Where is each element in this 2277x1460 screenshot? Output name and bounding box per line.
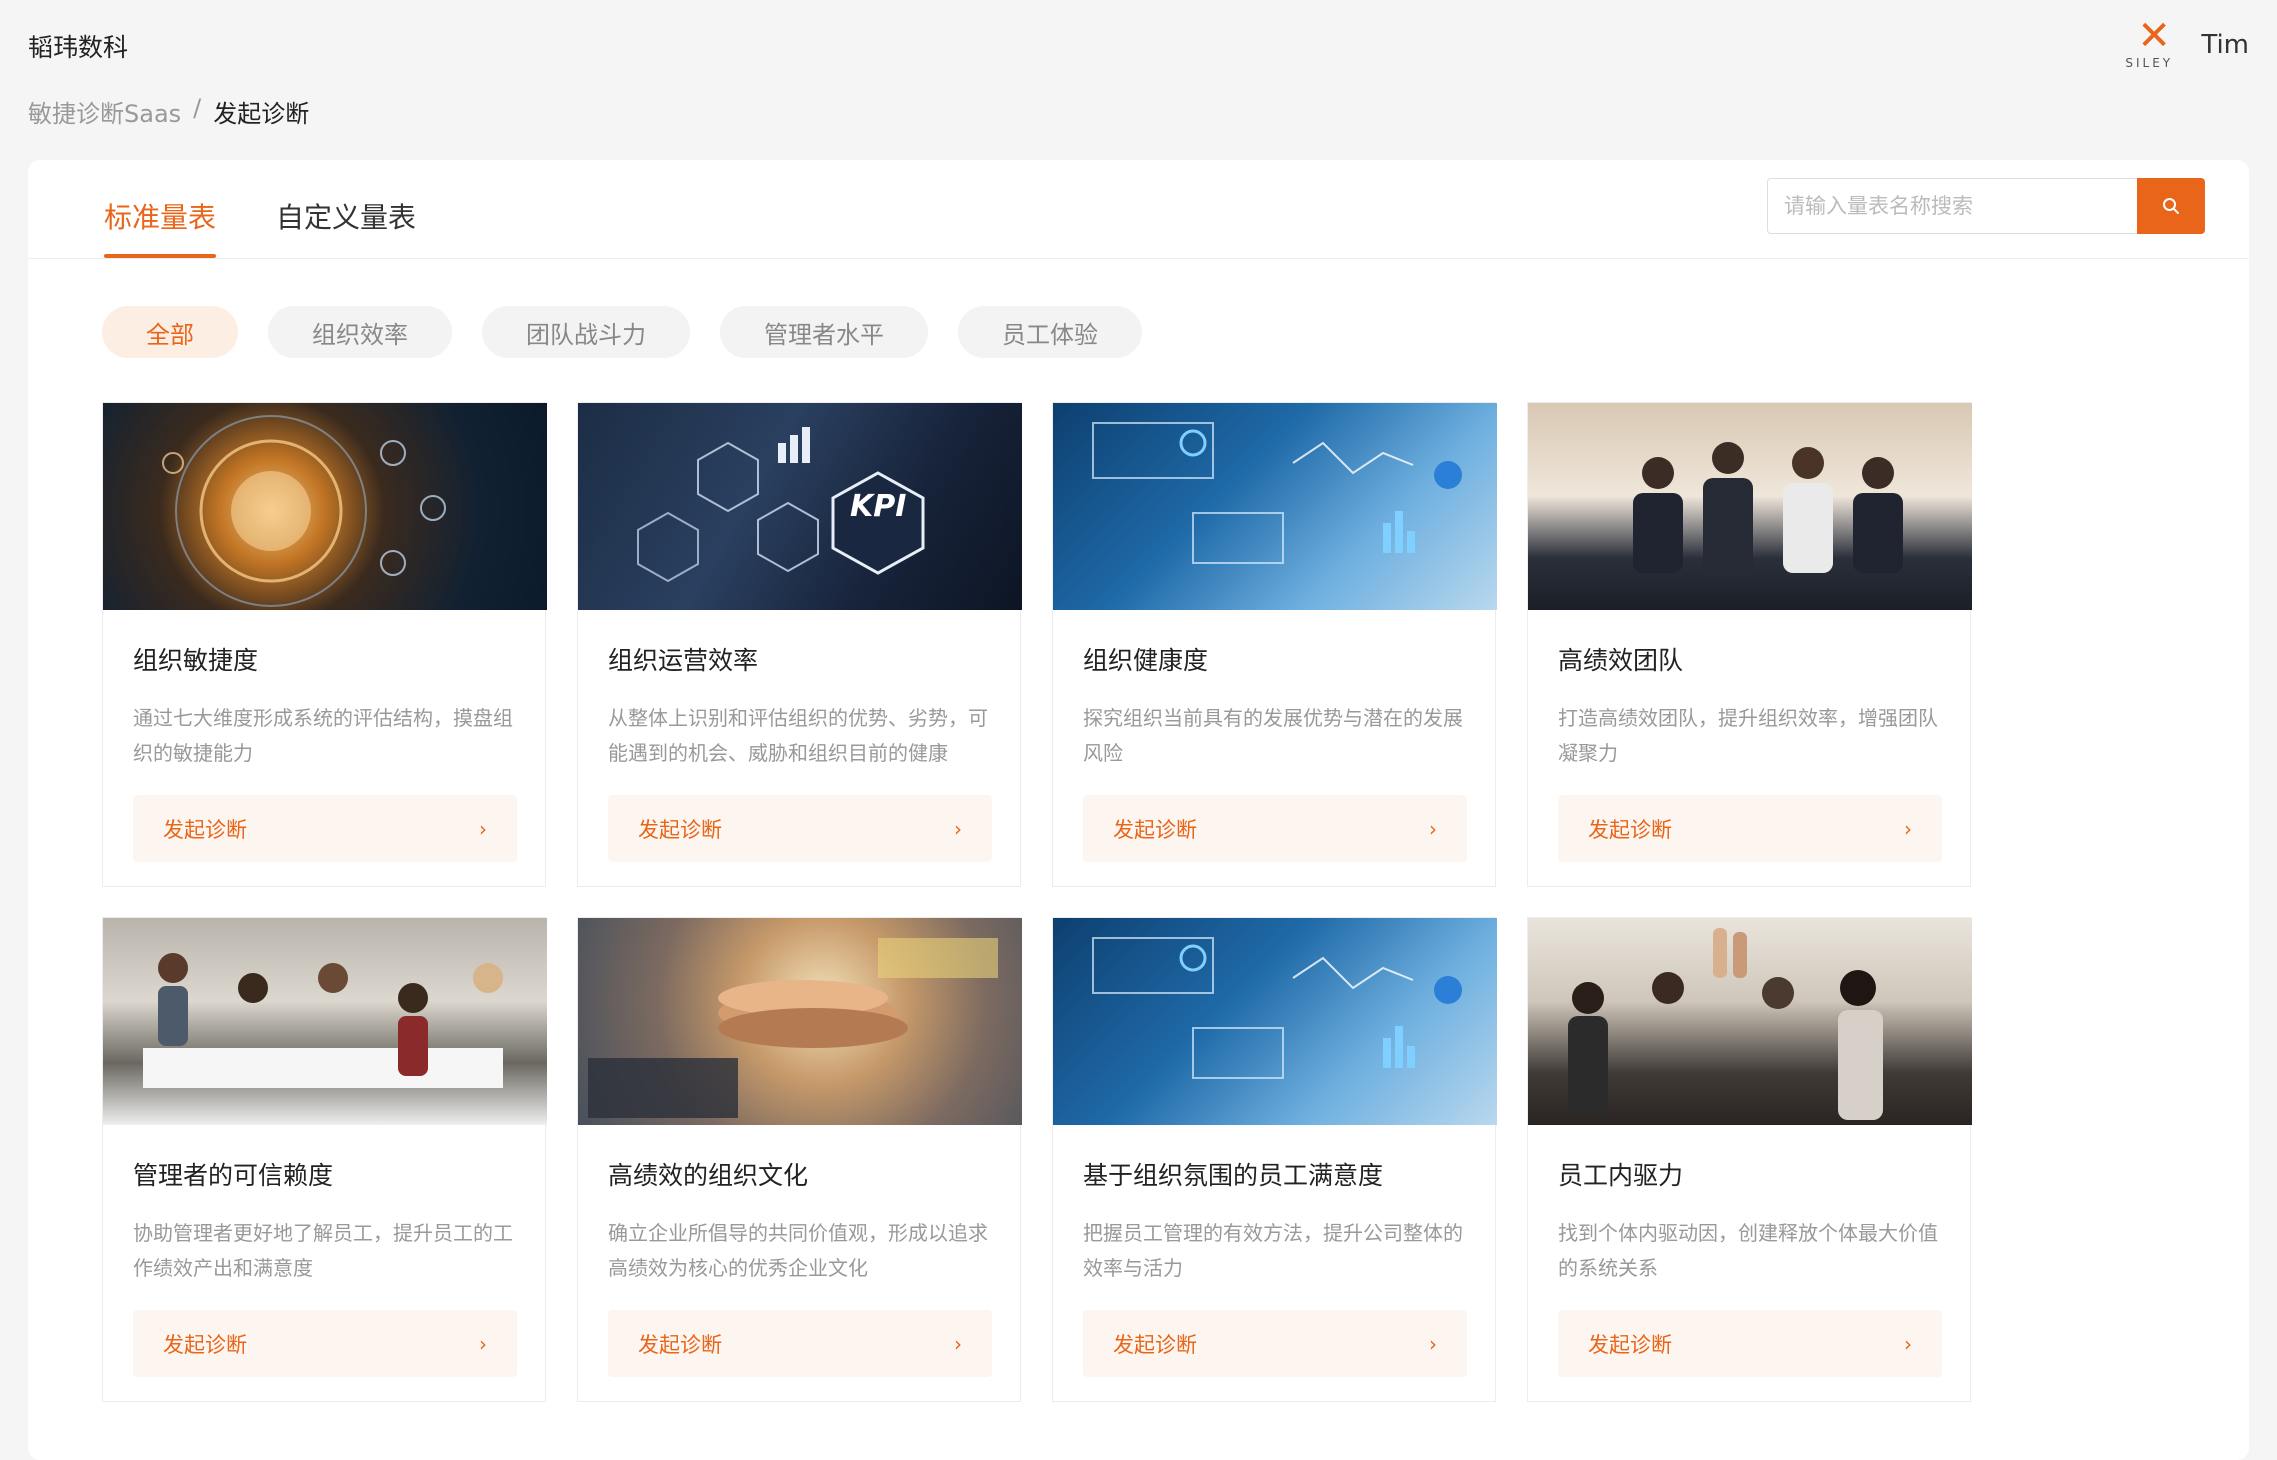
chevron-right-icon: › bbox=[954, 1331, 962, 1356]
brand-name: 韬玮数科 bbox=[28, 33, 129, 62]
tab-standard-scale[interactable]: 标准量表 bbox=[104, 196, 217, 258]
start-diagnosis-label: 发起诊断 bbox=[163, 1332, 247, 1357]
card-description: 协助管理者更好地了解员工，提升员工的工作绩效产出和满意度 bbox=[133, 1221, 513, 1280]
start-diagnosis-label: 发起诊断 bbox=[638, 1332, 722, 1357]
card-description: 把握员工管理的有效方法，提升公司整体的效率与活力 bbox=[1083, 1221, 1463, 1280]
card-title: 组织敏捷度 bbox=[133, 646, 259, 675]
filter-org-efficiency[interactable]: 组织效率 bbox=[268, 306, 452, 358]
card-title: 高绩效团队 bbox=[1558, 646, 1684, 675]
chevron-right-icon: › bbox=[479, 816, 487, 841]
start-diagnosis-button[interactable]: 发起诊断 › bbox=[1083, 1310, 1467, 1377]
scale-card: 高绩效团队 打造高绩效团队，提升组织效率，增强团队凝聚力 发起诊断 › bbox=[1527, 402, 1972, 887]
scale-card: 基于组织氛围的员工满意度 把握员工管理的有效方法，提升公司整体的效率与活力 发起… bbox=[1052, 917, 1497, 1402]
filter-team-strength[interactable]: 团队战斗力 bbox=[482, 306, 690, 358]
scale-tabs: 标准量表 自定义量表 bbox=[104, 196, 416, 258]
scale-card: 组织敏捷度 通过七大维度形成系统的评估结构，摸盘组织的敏捷能力 发起诊断 › bbox=[102, 402, 547, 887]
tabs-divider bbox=[28, 258, 2249, 259]
scale-card-grid: 组织敏捷度 通过七大维度形成系统的评估结构，摸盘组织的敏捷能力 发起诊断 › K… bbox=[102, 402, 1972, 1402]
scale-card: KPI 组织运营效率 从整体上识别和评估组织的优势、劣势，可能遇到的机会、威胁和… bbox=[577, 402, 1022, 887]
finance-dashboard-image bbox=[1053, 918, 1497, 1125]
scale-card: 组织健康度 探究组织当前具有的发展优势与潜在的发展风险 发起诊断 › bbox=[1052, 402, 1497, 887]
start-diagnosis-label: 发起诊断 bbox=[1588, 1332, 1672, 1357]
search-input[interactable] bbox=[1767, 178, 2137, 234]
card-description: 探究组织当前具有的发展优势与潜在的发展风险 bbox=[1083, 706, 1463, 765]
card-title: 员工内驱力 bbox=[1558, 1161, 1684, 1190]
user-area[interactable]: ✕ SILEY Tim bbox=[2123, 14, 2249, 76]
search-button[interactable] bbox=[2137, 178, 2205, 234]
main-panel: 标准量表 自定义量表 全部 组织效率 团队战斗力 管理者水平 员工体验 bbox=[28, 160, 2249, 1460]
start-diagnosis-label: 发起诊断 bbox=[163, 817, 247, 842]
logo-wordmark: SILEY bbox=[2125, 56, 2174, 70]
company-logo: ✕ SILEY bbox=[2123, 14, 2183, 76]
breadcrumb-parent-link[interactable]: 敏捷诊断Saas bbox=[28, 94, 181, 129]
scale-card: 高绩效的组织文化 确立企业所倡导的共同价值观，形成以追求高绩效为核心的优秀企业文… bbox=[577, 917, 1022, 1402]
start-diagnosis-button[interactable]: 发起诊断 › bbox=[608, 1310, 992, 1377]
celebrating-team-image bbox=[103, 918, 547, 1125]
office-team-image bbox=[1528, 403, 1972, 610]
chevron-right-icon: › bbox=[1904, 816, 1912, 841]
start-diagnosis-button[interactable]: 发起诊断 › bbox=[133, 1310, 517, 1377]
search-box bbox=[1767, 178, 2205, 234]
search-icon bbox=[2163, 198, 2179, 214]
start-diagnosis-label: 发起诊断 bbox=[1113, 817, 1197, 842]
breadcrumb-current: 发起诊断 bbox=[213, 100, 310, 128]
start-diagnosis-button[interactable]: 发起诊断 › bbox=[1558, 795, 1942, 862]
filter-employee-experience[interactable]: 员工体验 bbox=[958, 306, 1142, 358]
breadcrumb: 敏捷诊断Saas / 发起诊断 bbox=[28, 94, 309, 129]
kpi-image-text: KPI bbox=[850, 489, 907, 524]
breadcrumb-separator: / bbox=[193, 94, 202, 122]
user-name[interactable]: Tim bbox=[2201, 30, 2249, 60]
start-diagnosis-button[interactable]: 发起诊断 › bbox=[1558, 1310, 1942, 1377]
kpi-image: KPI bbox=[578, 403, 1022, 610]
tech-globe-image bbox=[103, 403, 547, 610]
scale-card: 管理者的可信赖度 协助管理者更好地了解员工，提升员工的工作绩效产出和满意度 发起… bbox=[102, 917, 547, 1402]
start-diagnosis-label: 发起诊断 bbox=[1113, 1332, 1197, 1357]
tab-custom-scale[interactable]: 自定义量表 bbox=[276, 196, 416, 258]
card-description: 找到个体内驱动因，创建释放个体最大价值的系统关系 bbox=[1558, 1221, 1938, 1280]
card-title: 管理者的可信赖度 bbox=[133, 1161, 334, 1190]
start-diagnosis-button[interactable]: 发起诊断 › bbox=[1083, 795, 1467, 862]
chevron-right-icon: › bbox=[1429, 816, 1437, 841]
filter-manager-level[interactable]: 管理者水平 bbox=[720, 306, 928, 358]
finance-dashboard-image bbox=[1053, 403, 1497, 610]
chevron-right-icon: › bbox=[1904, 1331, 1912, 1356]
card-title: 组织运营效率 bbox=[608, 646, 759, 675]
card-description: 打造高绩效团队，提升组织效率，增强团队凝聚力 bbox=[1558, 706, 1938, 765]
scale-card: 员工内驱力 找到个体内驱动因，创建释放个体最大价值的系统关系 发起诊断 › bbox=[1527, 917, 1972, 1402]
start-diagnosis-label: 发起诊断 bbox=[1588, 817, 1672, 842]
category-filters: 全部 组织效率 团队战斗力 管理者水平 员工体验 bbox=[102, 306, 1142, 358]
chevron-right-icon: › bbox=[954, 816, 962, 841]
high-five-image bbox=[1528, 918, 1972, 1125]
chevron-right-icon: › bbox=[1429, 1331, 1437, 1356]
start-diagnosis-button[interactable]: 发起诊断 › bbox=[133, 795, 517, 862]
logo-x-icon: ✕ bbox=[2137, 13, 2171, 59]
card-title: 组织健康度 bbox=[1083, 646, 1209, 675]
start-diagnosis-button[interactable]: 发起诊断 › bbox=[608, 795, 992, 862]
chevron-right-icon: › bbox=[479, 1331, 487, 1356]
top-bar: 韬玮数科 ✕ SILEY Tim bbox=[0, 0, 2277, 90]
stacked-hands-image bbox=[578, 918, 1022, 1125]
card-description: 从整体上识别和评估组织的优势、劣势，可能遇到的机会、威胁和组织目前的健康 bbox=[608, 706, 988, 765]
card-title: 基于组织氛围的员工满意度 bbox=[1083, 1161, 1384, 1190]
card-title: 高绩效的组织文化 bbox=[608, 1161, 809, 1190]
card-description: 确立企业所倡导的共同价值观，形成以追求高绩效为核心的优秀企业文化 bbox=[608, 1221, 988, 1280]
card-description: 通过七大维度形成系统的评估结构，摸盘组织的敏捷能力 bbox=[133, 706, 513, 765]
filter-all[interactable]: 全部 bbox=[102, 306, 238, 358]
start-diagnosis-label: 发起诊断 bbox=[638, 817, 722, 842]
